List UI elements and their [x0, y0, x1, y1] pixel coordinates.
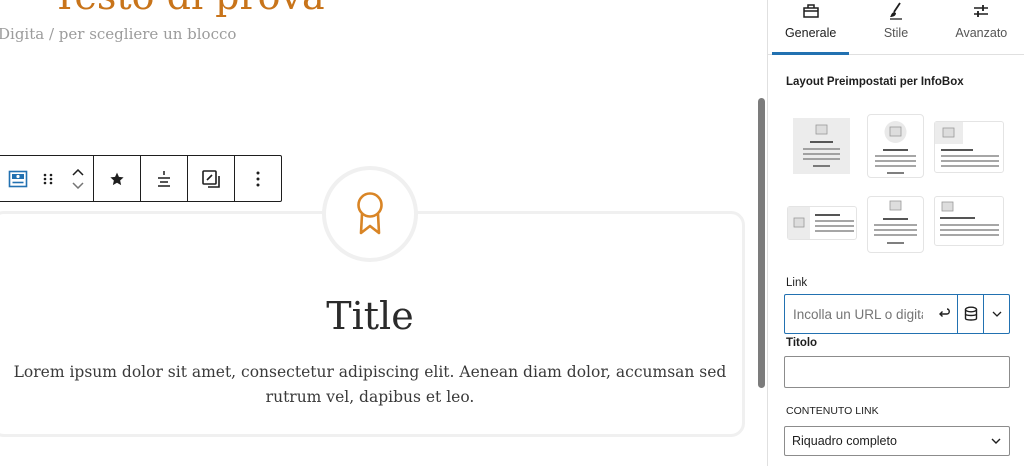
move-down-icon[interactable]	[72, 181, 84, 189]
tab-label: Avanzato	[955, 26, 1008, 40]
layout-option-5[interactable]	[867, 196, 924, 253]
database-icon	[964, 306, 977, 321]
crop-icon[interactable]	[188, 156, 234, 201]
align-icon[interactable]	[141, 156, 187, 201]
link-label: Link	[786, 277, 808, 289]
star-icon[interactable]	[94, 156, 140, 201]
dynamic-data-button[interactable]	[957, 295, 983, 333]
editor-canvas[interactable]: Testo di prova Digita / per scegliere un…	[0, 0, 756, 466]
crop-group	[188, 156, 235, 201]
link-control	[784, 294, 1010, 334]
align-group	[141, 156, 188, 201]
layout-option-6[interactable]	[934, 196, 1004, 246]
chevron-down-icon	[992, 311, 1001, 317]
content-link-label: CONTENUTO LINK	[786, 405, 879, 417]
chevron-down-icon	[991, 438, 1001, 444]
move-up-icon[interactable]	[72, 168, 84, 176]
layout-section-title: Layout Preimpostati per InfoBox	[786, 76, 964, 88]
block-placeholder[interactable]: Digita / per scegliere un blocco	[0, 25, 236, 43]
tab-label: Generale	[784, 26, 837, 40]
more-group	[235, 156, 281, 201]
drag-handle-icon[interactable]	[33, 156, 63, 201]
block-controls-group	[0, 156, 94, 201]
tab-label: Stile	[883, 26, 909, 40]
tab-avanzato[interactable]: Avanzato	[939, 0, 1024, 54]
return-arrow-icon	[939, 308, 950, 317]
infobox-description[interactable]: Lorem ipsum dolor sit amet, consectetur …	[12, 360, 728, 410]
title-input[interactable]	[784, 356, 1010, 388]
block-settings-sidebar: Generale Stile Avanzato Layout Preimpost…	[767, 0, 1024, 466]
medal-award-icon	[357, 192, 383, 235]
link-url-input[interactable]	[785, 295, 931, 333]
layout-option-4[interactable]	[787, 206, 857, 240]
tab-generale[interactable]: Generale	[768, 0, 853, 55]
content-link-value: Riquadro completo	[792, 434, 897, 448]
enter-link-button[interactable]	[931, 295, 957, 333]
tab-stile[interactable]: Stile	[853, 0, 938, 54]
toolbox-icon	[802, 0, 820, 22]
more-options-icon[interactable]	[235, 156, 281, 201]
layout-option-3[interactable]	[934, 121, 1004, 173]
infobox-icon-circle[interactable]	[322, 166, 418, 262]
infobox-title[interactable]: Title	[0, 294, 740, 338]
title-label: Titolo	[786, 337, 818, 349]
link-options-dropdown[interactable]	[983, 295, 1009, 333]
content-link-select[interactable]: Riquadro completo	[784, 426, 1010, 456]
move-controls	[63, 156, 93, 201]
brush-icon	[888, 0, 904, 22]
sliders-icon	[972, 0, 990, 22]
heading-block[interactable]: Testo di prova	[52, 0, 325, 18]
block-toolbar	[0, 155, 282, 202]
sidebar-tabs: Generale Stile Avanzato	[768, 0, 1024, 55]
infobox-block-icon[interactable]	[3, 156, 33, 201]
layout-option-2[interactable]	[867, 114, 924, 178]
layout-option-1[interactable]	[793, 118, 850, 174]
scrollbar-thumb[interactable]	[758, 98, 765, 388]
star-group	[94, 156, 141, 201]
